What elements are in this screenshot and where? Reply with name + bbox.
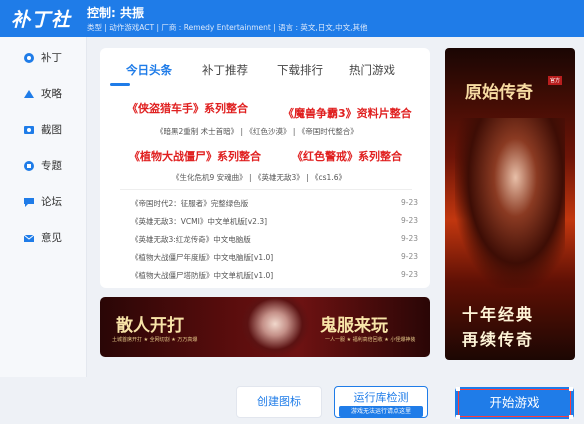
list-item[interactable]: 《帝国时代2：征服者》完整绿色版 9-23	[131, 198, 418, 212]
ad-slogan-line1: 十年经典	[462, 305, 535, 324]
news-title: 《植物大战僵尸塔防版》中文单机版[v1.0]	[131, 271, 274, 280]
runtime-check-hint: 游戏无法运行请点这里	[339, 406, 423, 417]
sub-links[interactable]: 《暗黑2重制 术士首暗》 | 《红色沙漠》 | 《帝国时代整合》	[156, 126, 358, 137]
news-title: 《植物大战僵尸年度版》中文电脑版[v1.0]	[131, 253, 274, 262]
runtime-check-label: 运行库检测	[353, 391, 409, 404]
tab-hot-games[interactable]: 热门游戏	[349, 62, 395, 78]
title-bar: 补丁社 控制: 共振 类型 | 动作游戏ACT | 厂商 : Remedy En…	[0, 0, 584, 37]
list-item[interactable]: 《英雄无敌3:红龙传奇》中文电脑版 9-23	[131, 234, 418, 248]
guide-icon	[24, 90, 34, 98]
sidebar: 补丁 攻略 截图 专题 论坛 意见	[0, 37, 87, 377]
topic-icon	[24, 161, 34, 171]
sidebar-item-label: 截图	[41, 124, 62, 136]
tab-download-ranking[interactable]: 下载排行	[277, 62, 323, 78]
sidebar-item-feedback[interactable]: 意见	[0, 221, 87, 255]
create-shortcut-button[interactable]: 创建图标	[236, 386, 322, 418]
patch-icon	[24, 53, 34, 63]
news-title: 《帝国时代2：征服者》完整绿色版	[131, 199, 249, 208]
headline-link[interactable]: 《红色警戒》系列整合	[292, 148, 402, 164]
selection-handle	[569, 415, 573, 419]
ad-title: 原始传奇	[465, 83, 533, 103]
runtime-check-button[interactable]: 运行库检测 游戏无法运行请点这里	[334, 386, 428, 418]
banner-left-subtitle: 土城首席开打 ★ 全网切割 ★ 万万高爆	[112, 337, 198, 343]
selection-handle	[456, 415, 460, 419]
sidebar-item-guide[interactable]: 攻略	[0, 77, 87, 111]
tab-recommended-patches[interactable]: 补丁推荐	[202, 62, 248, 78]
ad-slogan-line2: 再续传奇	[462, 330, 535, 349]
banner-right-subtitle: 一人一服 ★ 福利高倍回收 ★ 小怪爆神装	[325, 337, 416, 343]
active-tab-indicator	[110, 83, 130, 86]
sidebar-item-forum[interactable]: 论坛	[0, 185, 87, 219]
news-date: 9-23	[400, 198, 418, 207]
news-date: 9-23	[400, 270, 418, 279]
game-title: 控制: 共振	[87, 6, 144, 20]
game-meta: 类型 | 动作游戏ACT | 厂商 : Remedy Entertainment…	[87, 23, 368, 32]
sidebar-item-label: 攻略	[41, 88, 62, 100]
headline-link[interactable]: 《侠盗猎车手》系列整合	[127, 100, 248, 116]
feedback-icon	[23, 234, 35, 242]
news-date: 9-23	[400, 216, 418, 225]
sidebar-item-label: 专题	[41, 160, 62, 172]
sidebar-item-label: 补丁	[41, 52, 62, 64]
sidebar-item-label: 论坛	[41, 196, 62, 208]
news-date: 9-23	[400, 234, 418, 243]
headline-link[interactable]: 《魔兽争霸3》资料片整合	[283, 105, 412, 121]
ad-hero-image	[455, 118, 565, 288]
ad-badge: 官方	[548, 76, 563, 85]
news-date: 9-23	[400, 252, 418, 261]
promo-banner[interactable]: 散人开打 土城首席开打 ★ 全网切割 ★ 万万高爆 鬼服来玩 一人一服 ★ 福利…	[100, 297, 430, 357]
forum-icon	[24, 198, 34, 207]
news-title: 《英雄无敌3:红龙传奇》中文电脑版	[131, 235, 251, 244]
list-item[interactable]: 《植物大战僵尸年度版》中文电脑版[v1.0] 9-23	[131, 252, 418, 266]
divider	[120, 189, 412, 190]
news-title: 《英雄无敌3：VCMI》中文单机版[v2.3]	[131, 217, 268, 226]
headline-link[interactable]: 《植物大战僵尸》系列整合	[129, 148, 261, 164]
sidebar-item-topic[interactable]: 专题	[0, 149, 87, 183]
sidebar-item-screenshot[interactable]: 截图	[0, 113, 87, 147]
sidebar-item-patch[interactable]: 补丁	[0, 41, 87, 75]
side-ad[interactable]: 原始传奇 官方 十年经典 再续传奇	[445, 48, 575, 360]
banner-right-title: 鬼服来玩	[320, 316, 388, 336]
sub-links[interactable]: 《生化危机9 安魂曲》 | 《英雄无敌3》 | 《cs1.6》	[172, 172, 346, 183]
banner-character-image	[240, 297, 310, 357]
selection-handle	[569, 387, 573, 391]
list-item[interactable]: 《植物大战僵尸塔防版》中文单机版[v1.0] 9-23	[131, 270, 418, 284]
sidebar-item-label: 意见	[41, 232, 62, 244]
screenshot-icon	[24, 126, 34, 134]
selection-handle	[456, 387, 460, 391]
list-item[interactable]: 《英雄无敌3：VCMI》中文单机版[v2.3] 9-23	[131, 216, 418, 230]
app-logo: 补丁社	[11, 9, 72, 31]
banner-left-title: 散人开打	[116, 316, 184, 336]
selection-outline	[458, 389, 571, 417]
tab-headlines[interactable]: 今日头条	[126, 62, 172, 78]
